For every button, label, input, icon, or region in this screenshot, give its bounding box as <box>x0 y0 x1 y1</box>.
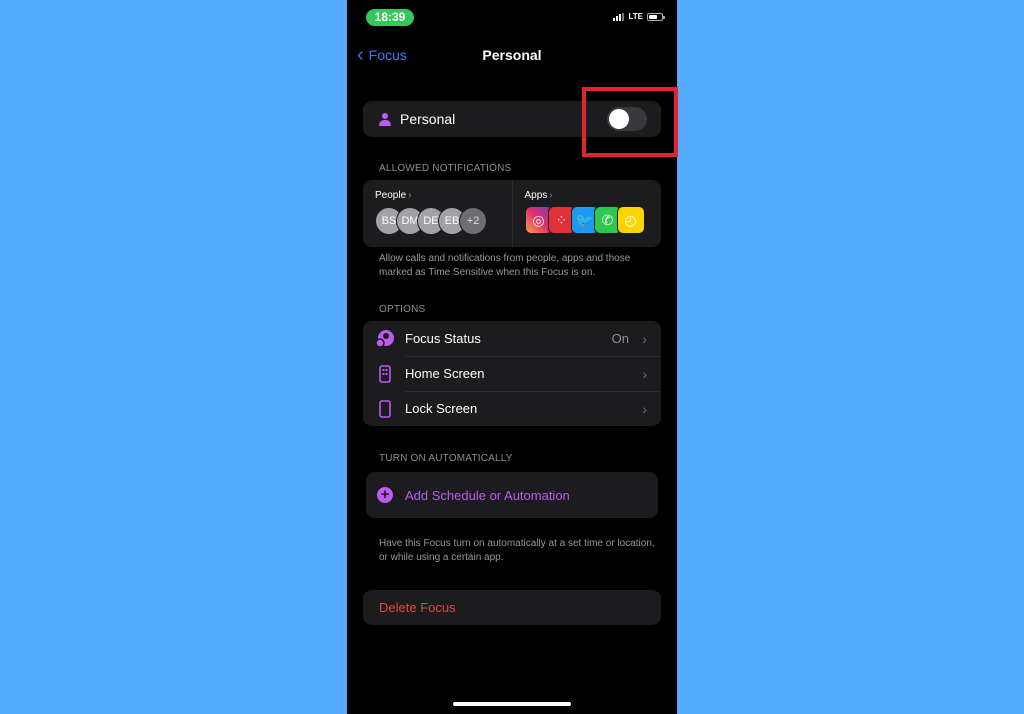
lock-screen-icon <box>375 399 395 419</box>
chevron-right-icon: › <box>642 330 647 347</box>
add-schedule-label: Add Schedule or Automation <box>405 487 570 503</box>
people-label: People <box>375 190 407 201</box>
network-label: LTE <box>628 12 643 21</box>
people-avatars: BS DM DE EB +2 <box>375 207 500 235</box>
clock-icon: ◴ <box>616 206 645 234</box>
add-schedule-button[interactable]: + Add Schedule or Automation <box>366 472 658 518</box>
app-icons: ◎ ⁘ 🐦 ✆ ◴ <box>524 206 650 234</box>
focus-toggle-label: Personal <box>400 111 456 127</box>
people-button[interactable]: People › BS DM DE EB +2 <box>363 180 512 247</box>
options-card: Focus Status On › Home Screen › Lock Scr… <box>363 321 661 426</box>
chevron-right-icon: › <box>642 400 647 417</box>
status-indicators: LTE <box>613 12 665 21</box>
delete-focus-label: Delete Focus <box>379 600 456 615</box>
chevron-right-icon: › <box>408 190 412 201</box>
status-time: 18:39 <box>366 9 414 26</box>
home-screen-icon <box>375 364 395 384</box>
home-screen-row[interactable]: Home Screen › <box>363 356 661 391</box>
page-title: Personal <box>482 47 542 63</box>
toggle-highlight-box <box>582 87 678 157</box>
automation-help-text: Have this Focus turn on automatically at… <box>379 538 655 563</box>
allowed-notifications-card: People › BS DM DE EB +2 Apps › ◎ ⁘ 🐦 ✆ ◴ <box>363 180 661 247</box>
focus-status-row[interactable]: Focus Status On › <box>363 321 661 356</box>
options-header: OPTIONS <box>379 304 426 315</box>
turn-on-automatically-header: TURN ON AUTOMATICALLY <box>379 453 513 464</box>
signal-icon <box>613 12 625 21</box>
allowed-notifications-header: ALLOWED NOTIFICATIONS <box>379 163 512 174</box>
person-icon <box>379 112 391 126</box>
focus-status-label: Focus Status <box>405 331 481 346</box>
focus-status-icon <box>375 329 395 349</box>
home-screen-label: Home Screen <box>405 366 485 381</box>
focus-status-value: On <box>611 331 629 346</box>
home-indicator[interactable] <box>453 702 571 706</box>
more-people-badge: +2 <box>459 207 487 235</box>
battery-icon <box>647 12 665 21</box>
chevron-right-icon: › <box>549 190 553 201</box>
lock-screen-label: Lock Screen <box>405 401 478 416</box>
apps-button[interactable]: Apps › ◎ ⁘ 🐦 ✆ ◴ <box>511 180 662 247</box>
apps-label: Apps <box>524 190 548 201</box>
lock-screen-row[interactable]: Lock Screen › <box>363 391 661 426</box>
delete-focus-button[interactable]: Delete Focus <box>363 590 661 625</box>
chevron-right-icon: › <box>642 365 647 382</box>
notifications-help-text: Allow calls and notifications from peopl… <box>379 253 631 278</box>
plus-icon: + <box>377 487 393 503</box>
